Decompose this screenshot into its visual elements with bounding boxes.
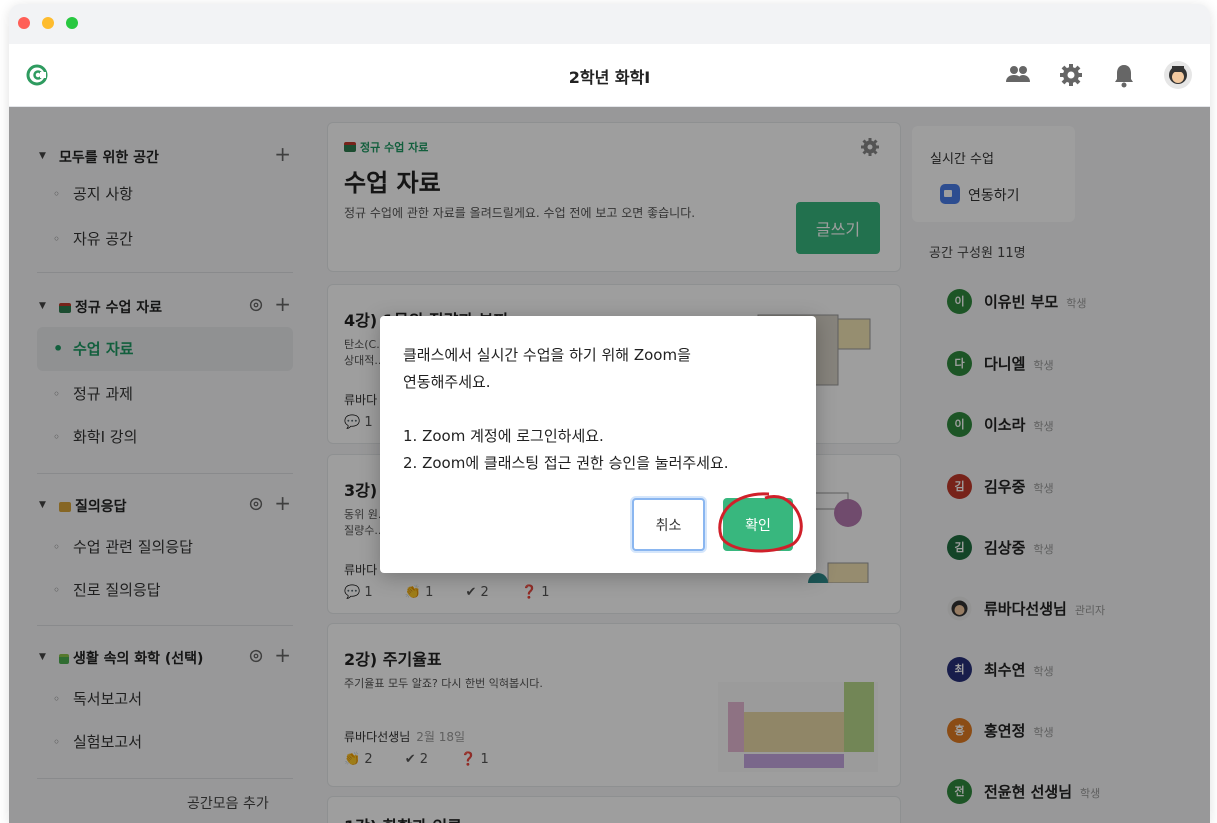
settings-gear-icon[interactable] [1056,60,1086,90]
zoom-connect-dialog: 클래스에서 실시간 수업을 하기 위해 Zoom을 연동해주세요. 1. Zoo… [380,316,816,573]
members-icon[interactable] [1003,60,1033,90]
cancel-button[interactable]: 취소 [632,498,705,551]
app-header: 2학년 화학Ⅰ [9,44,1210,107]
notification-bell-icon[interactable] [1109,60,1139,90]
window-titlebar [9,4,1210,44]
minimize-window-button[interactable] [42,17,54,29]
close-window-button[interactable] [18,17,30,29]
dialog-message: 클래스에서 실시간 수업을 하기 위해 Zoom을 연동해주세요. 1. Zoo… [403,346,729,472]
highlight-circle-annotation [718,492,803,553]
maximize-window-button[interactable] [66,17,78,29]
profile-avatar[interactable] [1163,60,1193,90]
